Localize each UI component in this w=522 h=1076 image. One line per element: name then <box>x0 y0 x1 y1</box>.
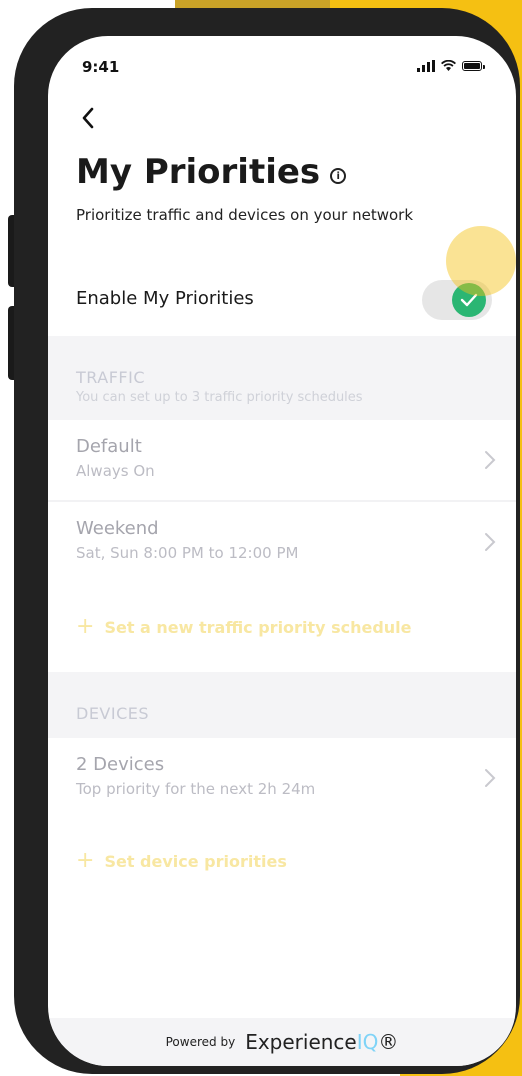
wifi-icon <box>441 60 456 71</box>
brand-iq: IQ <box>356 1030 379 1054</box>
add-devices-label: Set device priorities <box>104 851 287 871</box>
enable-my-priorities-row: Enable My Priorities <box>48 268 516 332</box>
page-subtitle: Prioritize traffic and devices on your n… <box>76 206 414 224</box>
traffic-row-default[interactable]: Default Always On <box>48 420 516 502</box>
row-subtitle: Sat, Sun 8:00 PM to 12:00 PM <box>76 544 299 562</box>
back-button[interactable] <box>76 104 100 132</box>
brand-main: Experience <box>245 1030 357 1054</box>
signal-icon <box>417 60 435 72</box>
page-title: My Priorities <box>76 152 321 192</box>
row-title: Default <box>76 436 142 457</box>
battery-icon <box>462 61 485 71</box>
set-device-priorities-link[interactable]: + Set device priorities <box>76 850 287 872</box>
row-subtitle: Always On <box>76 462 155 480</box>
phone-frame: 9:41 My Priorities i Prioritize traffic … <box>14 8 520 1074</box>
devices-title: DEVICES <box>76 704 150 723</box>
traffic-row-weekend[interactable]: Weekend Sat, Sun 8:00 PM to 12:00 PM <box>48 502 516 584</box>
devices-row[interactable]: 2 Devices Top priority for the next 2h 2… <box>48 738 516 820</box>
enable-label: Enable My Priorities <box>76 288 254 309</box>
info-icon[interactable]: i <box>330 168 347 184</box>
chevron-left-icon <box>82 107 94 129</box>
add-traffic-schedule-link[interactable]: + Set a new traffic priority schedule <box>76 616 412 638</box>
traffic-title: TRAFFIC <box>76 368 145 387</box>
traffic-section-header: TRAFFIC You can set up to 3 traffic prio… <box>48 336 516 420</box>
page-title-row: My Priorities i <box>76 152 347 192</box>
devices-section-header: DEVICES <box>48 672 516 738</box>
phone-screen: 9:41 My Priorities i Prioritize traffic … <box>48 36 516 1066</box>
plus-icon: + <box>76 614 95 639</box>
touch-indicator <box>446 226 516 296</box>
powered-by-label: Powered by <box>165 1035 236 1049</box>
chevron-right-icon <box>482 766 498 790</box>
chevron-right-icon <box>482 448 498 472</box>
row-subtitle: Top priority for the next 2h 24m <box>76 780 316 798</box>
plus-icon: + <box>76 848 95 873</box>
powered-by-footer: Powered by ExperienceIQ® <box>48 1018 516 1066</box>
traffic-subtitle: You can set up to 3 traffic priority sch… <box>76 390 363 405</box>
add-traffic-label: Set a new traffic priority schedule <box>104 617 412 637</box>
row-title: Weekend <box>76 518 159 539</box>
status-icons <box>417 58 485 74</box>
chevron-right-icon <box>482 530 498 554</box>
brand-registered-mark: ® <box>378 1030 399 1054</box>
row-title: 2 Devices <box>76 754 165 775</box>
status-time: 9:41 <box>82 58 120 76</box>
brand-logo: ExperienceIQ® <box>245 1030 398 1054</box>
